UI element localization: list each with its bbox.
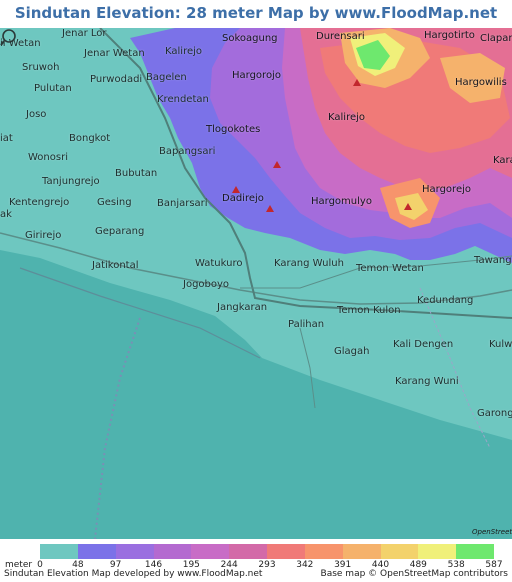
place-label: ak — [0, 209, 12, 220]
openstreetmap-logo-icon — [0, 29, 16, 46]
place-label: Temon Wetan — [356, 263, 424, 274]
legend-swatch — [77, 544, 117, 559]
legend-swatch — [115, 544, 154, 559]
place-label: Hargorejo — [422, 184, 471, 195]
legend-swatch — [267, 544, 306, 559]
place-label: Tanjungrejo — [42, 176, 100, 187]
place-label: Tlogokotes — [206, 124, 261, 135]
place-label: Wonosri — [28, 152, 68, 163]
place-label: Hargorojo — [232, 70, 281, 81]
legend-swatch — [153, 544, 192, 559]
place-label: Jenar Wetan — [84, 48, 145, 59]
footer-credit: Sindutan Elevation Map developed by www.… — [4, 569, 263, 579]
place-label: Temon Kulon — [337, 305, 401, 316]
place-label: Sokoagung — [222, 33, 278, 44]
place-label: Geparang — [95, 226, 145, 237]
place-label: Watukuro — [195, 258, 243, 269]
place-label: Hargowilis — [455, 77, 507, 88]
legend-swatch — [456, 544, 495, 559]
place-label: Kentengrejo — [9, 197, 70, 208]
place-label: Hargotirto — [424, 30, 475, 41]
place-label: Hargomulyo — [311, 196, 372, 207]
place-label: Kalirejo — [328, 112, 366, 123]
place-label: Bagelen — [146, 72, 187, 83]
place-label: Garong — [477, 408, 512, 419]
place-label: Dadirejo — [222, 193, 264, 204]
place-label: Kali Dengen — [393, 339, 454, 350]
legend-swatch — [418, 544, 457, 559]
place-label: Pulutan — [34, 83, 72, 94]
place-label: Purwodadi — [90, 74, 143, 85]
place-label: Bubutan — [115, 168, 158, 179]
place-label: Durensari — [316, 31, 365, 42]
legend-swatch — [342, 544, 381, 559]
place-label: Kulw — [489, 339, 512, 350]
page-title: Sindutan Elevation: 28 meter Map by www.… — [14, 4, 498, 48]
place-label: Gesing — [97, 197, 132, 208]
openstreetmap-logo-text: OpenStreetMap — [472, 528, 512, 536]
place-label: iat — [0, 133, 13, 144]
place-label: Jogoboyo — [183, 279, 230, 290]
legend-swatch — [304, 544, 344, 559]
legend-swatch — [40, 544, 79, 559]
place-label: Palihan — [288, 319, 325, 330]
place-label: Bongkot — [69, 133, 111, 144]
place-label: Glagah — [334, 346, 370, 357]
elevation-map[interactable]: Jenar Lor il Wetan Sruwoh Jenar Wetan Ka… — [0, 28, 512, 539]
map-canvas — [0, 28, 512, 539]
legend-swatch — [191, 544, 230, 559]
place-label: Kara — [493, 155, 512, 166]
place-label: Tawangs — [474, 255, 512, 266]
place-label: Kedundang — [417, 295, 474, 306]
place-label: Girirejo — [25, 230, 62, 241]
legend-value: 342 — [296, 560, 314, 570]
place-label: Jatikontal — [92, 260, 139, 271]
place-label: Krendetan — [157, 94, 209, 105]
place-label: Karang Wuluh — [274, 258, 344, 269]
legend-swatch — [380, 544, 419, 559]
place-label: Kalirejo — [165, 46, 203, 57]
place-label: Joso — [26, 109, 47, 120]
legend-swatch — [229, 544, 268, 559]
place-label: Sruwoh — [22, 62, 60, 73]
place-label: Banjarsari — [157, 198, 208, 209]
place-label: Jangkaran — [217, 302, 268, 313]
place-label: Karang Wuni — [395, 376, 459, 387]
place-label: Clapar — [480, 33, 512, 44]
place-label: Jenar Lor — [62, 28, 107, 39]
footer-attribution: Base map © OpenStreetMap contributors — [320, 569, 508, 579]
place-label: Bapangsari — [159, 146, 216, 157]
